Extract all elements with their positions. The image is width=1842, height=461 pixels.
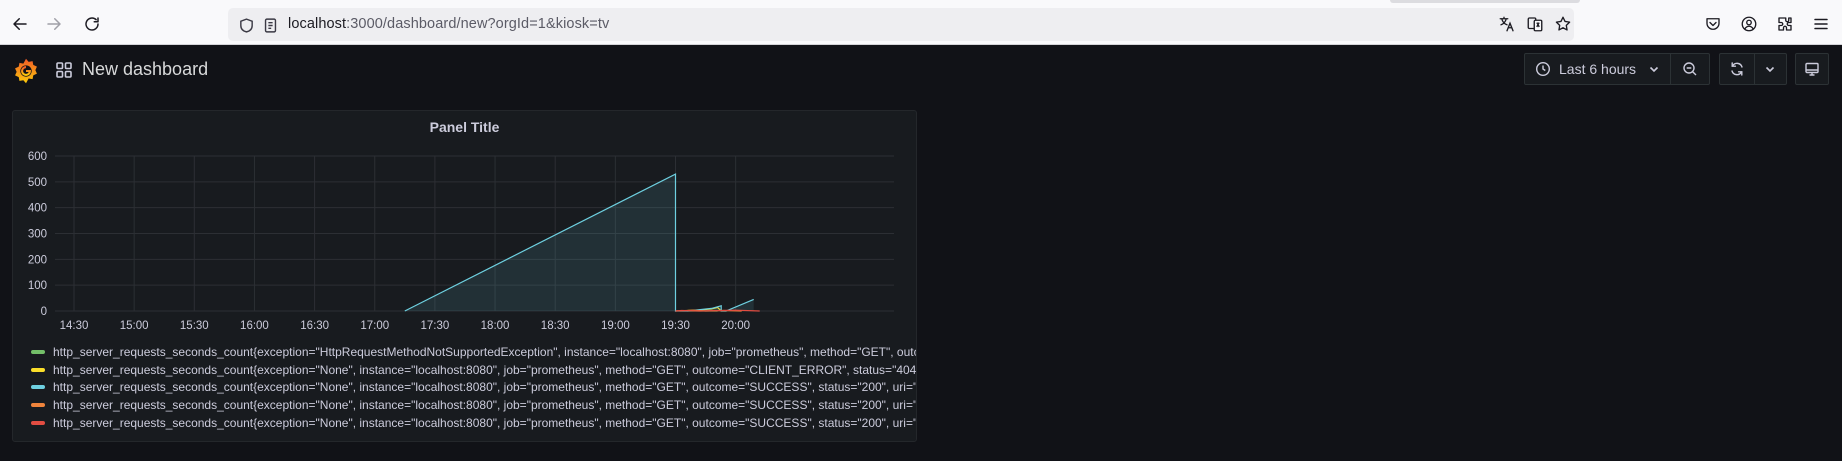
pocket-icon[interactable]: [1702, 13, 1724, 35]
y-tick-label: 600: [28, 151, 47, 163]
legend-color-swatch: [31, 385, 45, 390]
x-tick-label: 17:30: [421, 320, 450, 332]
account-icon[interactable]: [1738, 13, 1760, 35]
refresh-interval-dropdown[interactable]: [1754, 54, 1786, 84]
x-tick-label: 15:30: [180, 320, 209, 332]
legend-item[interactable]: http_server_requests_seconds_count{excep…: [31, 396, 916, 414]
x-tick-label: 15:00: [120, 320, 149, 332]
legend-label: http_server_requests_seconds_count{excep…: [53, 362, 916, 377]
y-tick-label: 0: [41, 306, 47, 318]
legend-color-swatch: [31, 421, 45, 426]
series-line-4: [675, 309, 760, 312]
refresh-icon: [1731, 62, 1743, 76]
tv-kiosk-icon: [1805, 62, 1819, 76]
time-series-chart[interactable]: 0 100 200 300 400 500 600 14:30 15:00 15:30 16:00 1…: [13, 111, 917, 341]
x-tick-label: 16:00: [240, 320, 269, 332]
zoom-out-icon: [1683, 62, 1697, 76]
legend-item[interactable]: http_server_requests_seconds_count{excep…: [31, 414, 916, 432]
chevron-down-icon: [1766, 66, 1775, 73]
extensions-icon[interactable]: [1774, 13, 1796, 35]
tab-strip-edge: [1390, 0, 1580, 3]
grafana-logo-icon[interactable]: [12, 57, 40, 85]
series-area-2: [404, 174, 754, 311]
kiosk-mode-button[interactable]: [1796, 54, 1828, 84]
kiosk-mode-group: [1795, 53, 1829, 85]
legend-color-swatch: [31, 403, 45, 408]
time-range-label: Last 6 hours: [1559, 61, 1637, 77]
x-tick-label: 20:00: [721, 320, 750, 332]
translate-icon[interactable]: [1496, 13, 1518, 35]
time-picker-group: Last 6 hours: [1524, 53, 1710, 85]
x-tick-label: 14:30: [60, 320, 89, 332]
url-host: localhost: [288, 16, 347, 32]
chart-legend: http_server_requests_seconds_count{excep…: [31, 343, 916, 432]
reader-translate-icon[interactable]: [1524, 13, 1546, 35]
y-tick-label: 200: [28, 254, 47, 266]
time-range-picker[interactable]: Last 6 hours: [1525, 54, 1670, 84]
page-info-icon[interactable]: [260, 15, 280, 35]
x-tick-label: 18:00: [481, 320, 510, 332]
refresh-button[interactable]: [1720, 54, 1754, 84]
legend-label: http_server_requests_seconds_count{excep…: [53, 416, 916, 431]
dashboard-grid-icon: [56, 62, 72, 78]
legend-item[interactable]: http_server_requests_seconds_count{excep…: [31, 343, 916, 361]
legend-label: http_server_requests_seconds_count{excep…: [53, 380, 916, 395]
clock-icon: [1535, 61, 1551, 77]
browser-toolbar: localhost:3000/dashboard/new?orgId=1&kio…: [0, 0, 1842, 45]
zoom-out-button[interactable]: [1671, 54, 1709, 84]
reload-icon[interactable]: [80, 12, 104, 36]
bookmark-star-icon[interactable]: [1552, 13, 1574, 35]
dashboard-header: New dashboard Last 6 hours: [0, 45, 1842, 95]
graph-panel[interactable]: Panel Title 0 100 200 300 400 500 600 14:30 15:0…: [12, 110, 917, 442]
legend-color-swatch: [31, 367, 45, 372]
back-arrow-icon[interactable]: [8, 12, 32, 36]
y-tick-label: 500: [28, 177, 47, 189]
x-tick-label: 18:30: [541, 320, 570, 332]
url-bar[interactable]: localhost:3000/dashboard/new?orgId=1&kio…: [228, 8, 1574, 41]
url-text[interactable]: localhost:3000/dashboard/new?orgId=1&kio…: [288, 16, 609, 32]
chevron-down-icon: [1649, 66, 1659, 73]
legend-color-swatch: [31, 349, 45, 354]
legend-label: http_server_requests_seconds_count{excep…: [53, 398, 916, 413]
legend-label: http_server_requests_seconds_count{excep…: [53, 344, 916, 359]
refresh-group: [1719, 53, 1787, 85]
x-tick-label: 17:00: [360, 320, 389, 332]
legend-item[interactable]: http_server_requests_seconds_count{excep…: [31, 379, 916, 397]
y-tick-label: 400: [28, 203, 47, 215]
url-path: :3000/dashboard/new?orgId=1&kiosk=tv: [346, 16, 610, 32]
x-tick-label: 16:30: [300, 320, 329, 332]
dashboard-title[interactable]: New dashboard: [82, 59, 208, 80]
menu-icon[interactable]: [1810, 13, 1832, 35]
x-tick-label: 19:30: [661, 320, 690, 332]
legend-item[interactable]: http_server_requests_seconds_count{excep…: [31, 361, 916, 379]
x-tick-label: 19:00: [601, 320, 630, 332]
shield-icon[interactable]: [236, 15, 256, 35]
forward-arrow-icon[interactable]: [42, 12, 66, 36]
y-tick-label: 300: [28, 229, 47, 241]
y-tick-label: 100: [28, 280, 47, 292]
